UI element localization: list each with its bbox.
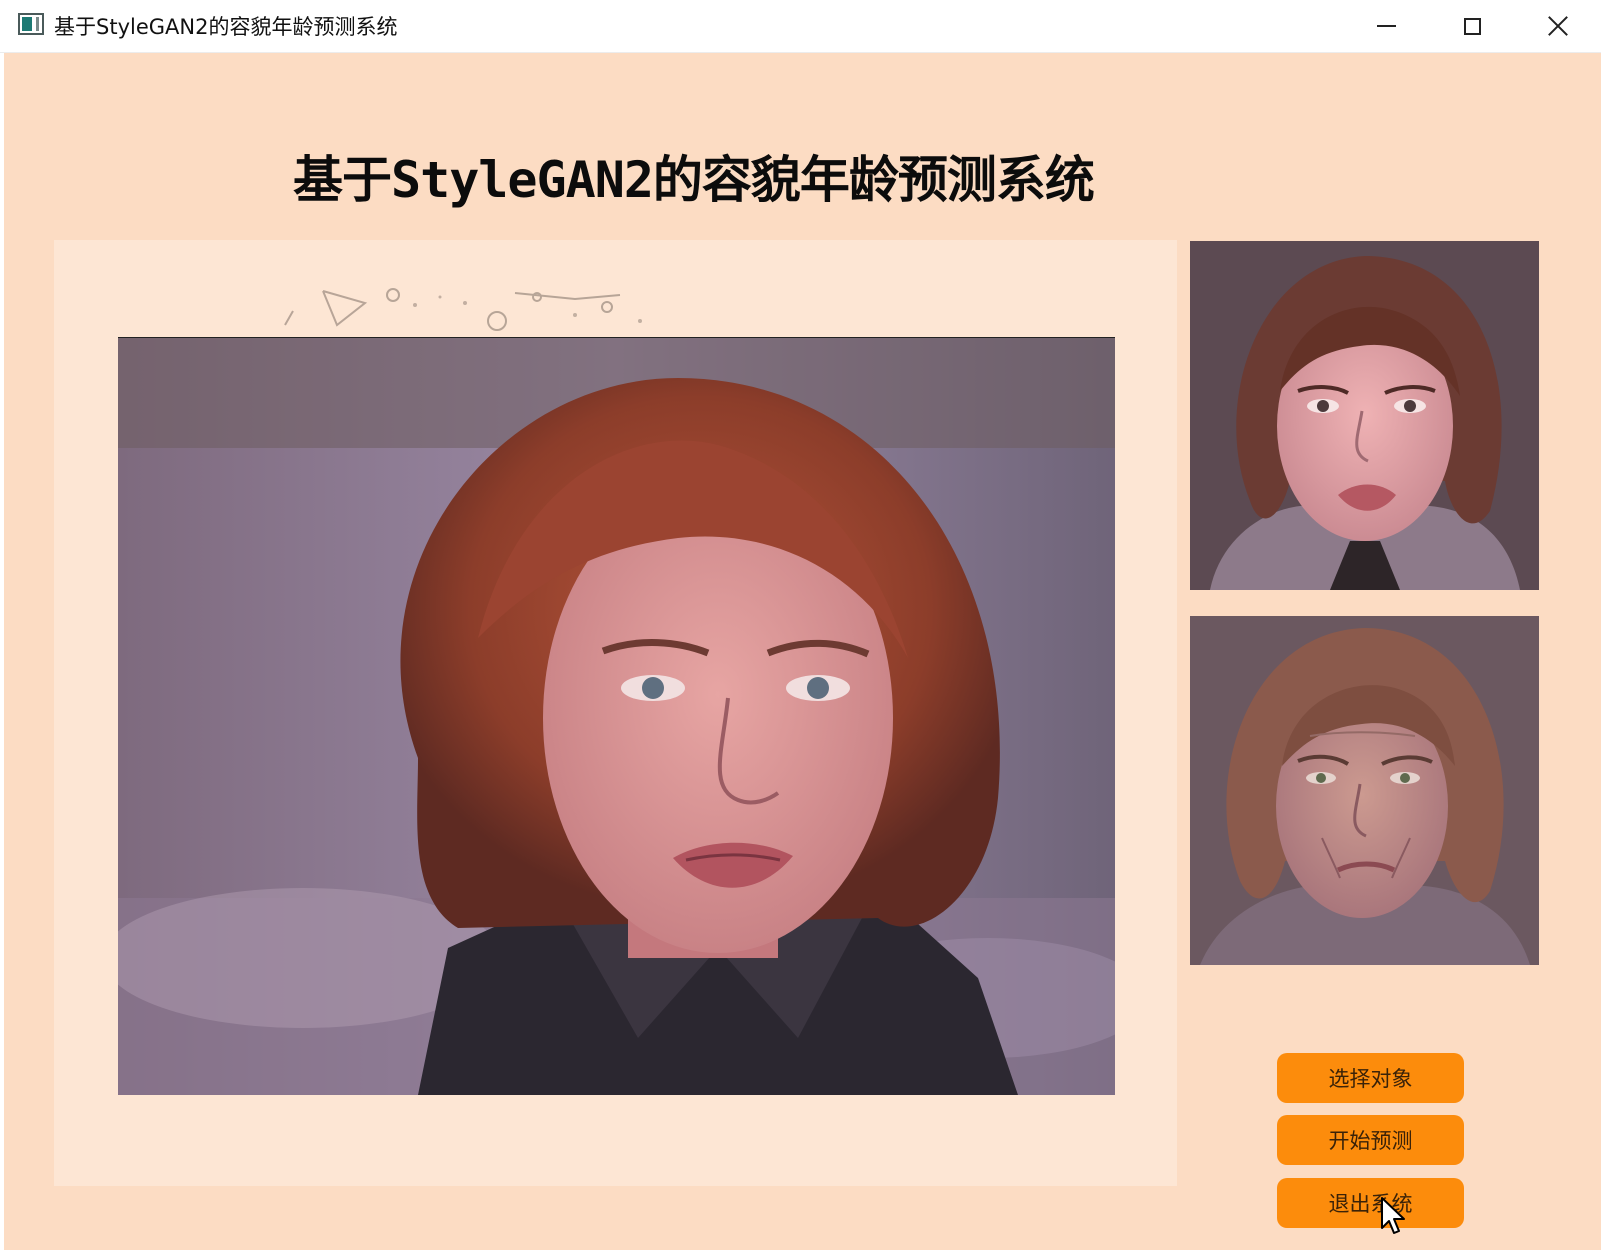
- minimize-icon: [1376, 25, 1396, 27]
- exit-system-button[interactable]: 退出系统: [1277, 1178, 1464, 1228]
- maximize-icon: [1463, 17, 1481, 35]
- page-title: 基于StyleGAN2的容貌年龄预测系统: [293, 151, 1095, 209]
- close-icon: [1547, 15, 1569, 37]
- window-title: 基于StyleGAN2的容貌年龄预测系统: [54, 15, 398, 39]
- minimize-button[interactable]: [1356, 6, 1416, 46]
- title-bar: 基于StyleGAN2的容貌年龄预测系统: [0, 0, 1601, 53]
- start-prediction-button[interactable]: 开始预测: [1277, 1115, 1464, 1165]
- younger-face-result: [1190, 241, 1539, 590]
- older-face-result: [1190, 616, 1539, 965]
- maximize-button[interactable]: [1442, 6, 1502, 46]
- select-object-button[interactable]: 选择对象: [1277, 1053, 1464, 1103]
- input-face-photo: [118, 337, 1115, 1095]
- decorative-sketch: [284, 288, 642, 331]
- app-icon: [18, 13, 44, 35]
- mouse-cursor-icon: [1381, 1197, 1405, 1234]
- close-button[interactable]: [1528, 6, 1588, 46]
